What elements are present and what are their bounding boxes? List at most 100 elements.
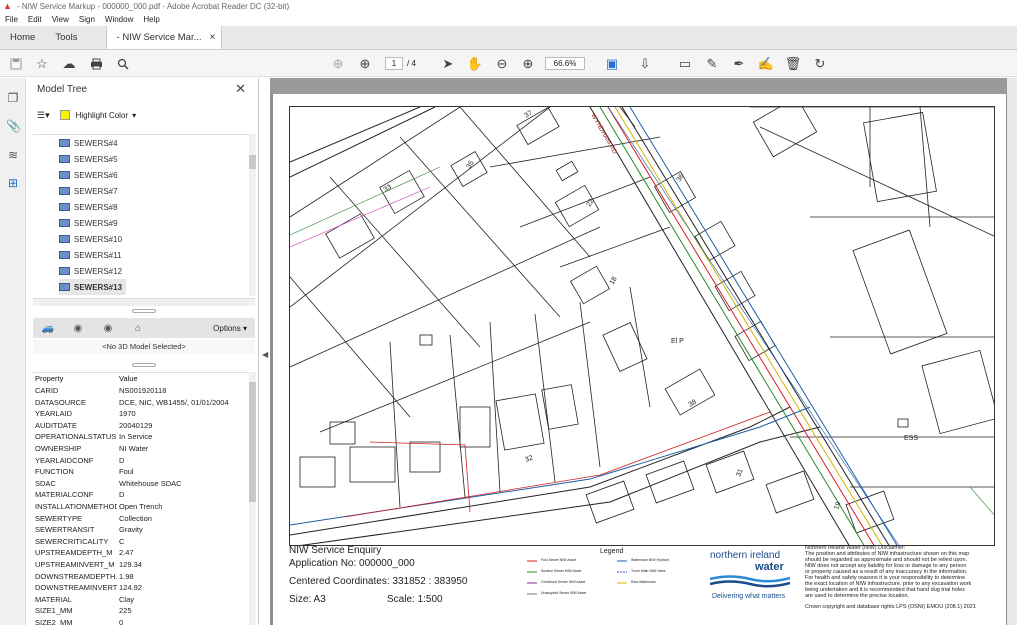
menu-edit[interactable]: Edit <box>28 15 42 24</box>
menu-help[interactable]: Help <box>143 15 159 24</box>
3d-vehicle-icon[interactable]: 🚙 <box>33 323 63 334</box>
map-drawing: WYNDHAM RD 37 33 35 36 22 18 38 32 31 19… <box>290 107 994 545</box>
tab-bar: Home Tools - NIW Service Mar... × <box>0 26 1017 50</box>
house-number: 35 <box>466 160 476 170</box>
legend-item: Raw Watermain <box>631 580 656 584</box>
tree-hscrollbar[interactable] <box>33 298 255 306</box>
table-row: DOWNSTREAMINVERT... 124.92 <box>35 583 142 593</box>
search-zoom-icon[interactable] <box>115 50 131 77</box>
highlight-color-row: ☰▾ Highlight Color ▾ <box>37 108 136 122</box>
panel-splitter-bottom[interactable] <box>33 363 255 369</box>
tree-item[interactable]: SEWERS#10 <box>59 231 122 247</box>
legend-item: Trunk Main NIW Valve <box>631 569 666 573</box>
home-view-icon[interactable]: ⌂ <box>123 323 153 334</box>
tab-close-icon[interactable]: × <box>210 32 216 43</box>
print-icon[interactable] <box>88 50 104 77</box>
house-number: 31 <box>735 468 744 478</box>
table-row: UPSTREAMDEPTH_M 2.47 <box>35 548 134 558</box>
pdf-page: WYNDHAM RD 37 33 35 36 22 18 38 32 31 19… <box>273 94 1006 625</box>
scroll-mode-icon[interactable]: ⇩ <box>637 50 653 77</box>
tree-item[interactable]: SEWERS#11 <box>59 247 121 263</box>
upload-cloud-icon[interactable]: ☁ <box>61 50 77 77</box>
comment-icon[interactable]: ▭ <box>677 50 693 77</box>
rotate-icon[interactable]: ↻ <box>812 50 828 77</box>
tab-document[interactable]: - NIW Service Mar... × <box>105 26 223 49</box>
menu-window[interactable]: Window <box>105 15 133 24</box>
table-row: UPSTREAMINVERT_M 129.34 <box>35 560 142 569</box>
tree-item[interactable]: SEWERS#4 <box>59 135 118 151</box>
disclaimer-line: are used to determine the precise locati… <box>805 593 909 599</box>
table-row: OWNERSHIP NI Water <box>35 444 149 453</box>
legend-item: Foul Sewer NIW Asset <box>541 558 577 562</box>
legend-title: Legend <box>600 548 624 555</box>
acrobat-logo-icon: ▲ <box>3 1 12 11</box>
page-thumbnails-icon[interactable]: ❐ <box>6 91 20 105</box>
highlight-color-dropdown[interactable]: Highlight Color <box>76 111 128 120</box>
tree-item[interactable]: SEWERS#6 <box>59 167 118 183</box>
page-number-input[interactable]: 1 <box>385 57 403 70</box>
tree-item-selected[interactable]: SEWERS#13 <box>59 279 127 295</box>
legend-item: Combined Sewer NIW Asset <box>541 580 586 584</box>
sewer-node-icon <box>59 267 70 275</box>
tree-scroll-thumb[interactable] <box>249 155 256 169</box>
layers-icon[interactable]: ≋ <box>6 148 20 162</box>
select-cursor-icon[interactable]: ➤ <box>440 50 456 77</box>
3d-view-prev-icon[interactable]: ◉ <box>63 323 93 334</box>
model-tree-icon[interactable]: ⊞ <box>6 176 20 190</box>
options-dropdown[interactable]: Options ▾ <box>213 324 247 333</box>
tree-list: SEWERS#4 SEWERS#5 SEWERS#6 SEWERS#7 SEWE… <box>33 134 255 298</box>
tree-item[interactable]: SEWERS#8 <box>59 199 118 215</box>
zoom-in-icon[interactable]: ⊕ <box>520 50 536 77</box>
tree-item[interactable]: SEWERS#5 <box>59 151 118 167</box>
sewer-node-icon <box>59 171 70 179</box>
list-view-icon[interactable]: ☰▾ <box>37 110 50 121</box>
tab-home[interactable]: Home <box>0 26 45 49</box>
fill-sign-icon[interactable]: ✍ <box>758 50 774 77</box>
highlight-pen-icon[interactable]: ✎ <box>704 50 720 77</box>
legend-item: Surface Sewer NIW Asset <box>541 569 582 573</box>
document-scrollbar[interactable] <box>1007 78 1017 625</box>
house-number: 36 <box>676 173 686 183</box>
table-row: OPERATIONALSTATUS In Service <box>35 432 153 442</box>
copyright-line: Crown copyright and database rights LPS … <box>805 604 976 610</box>
sign-icon[interactable]: ✒ <box>731 50 747 77</box>
next-page-icon[interactable]: ⊕ <box>357 50 373 77</box>
table-row: YEARLAIDCONF D <box>35 455 125 465</box>
collapse-panel-icon[interactable]: ◀ <box>262 350 268 359</box>
page-gap <box>270 78 1017 94</box>
house-number: 37 <box>524 110 534 120</box>
table-row: SEWERTYPE Collection <box>35 513 152 523</box>
house-number: 18 <box>609 276 619 286</box>
map-frame: WYNDHAM RD 37 33 35 36 22 18 38 32 31 19… <box>289 106 995 546</box>
hand-tool-icon[interactable]: ✋ <box>467 50 483 77</box>
bookmark-star-icon[interactable]: ☆ <box>34 50 50 77</box>
highlight-swatch[interactable] <box>59 110 70 120</box>
tab-document-label: - NIW Service Mar... <box>116 32 202 43</box>
prev-page-icon[interactable]: ⊕ <box>330 50 346 77</box>
fit-page-icon[interactable]: ▣ <box>603 50 621 77</box>
zoom-out-icon[interactable]: ⊖ <box>494 50 510 77</box>
model-tree-panel: Model Tree ✕ ☰▾ Highlight Color ▾ SEWERS… <box>27 78 259 625</box>
tab-tools[interactable]: Tools <box>45 26 87 49</box>
chevron-down-icon[interactable]: ▾ <box>132 111 136 120</box>
tree-item[interactable]: SEWERS#9 <box>59 215 118 231</box>
table-row: AUDITDATE 20040129 <box>35 420 153 430</box>
3d-view-next-icon[interactable]: ◉ <box>93 323 123 334</box>
panel-close-icon[interactable]: ✕ <box>235 81 246 97</box>
panel-splitter-top[interactable] <box>33 309 255 315</box>
brand-name: northern ireland <box>710 550 781 561</box>
tree-item[interactable]: SEWERS#7 <box>59 183 118 199</box>
ess-label: ESS <box>904 435 918 442</box>
save-icon[interactable] <box>8 50 24 77</box>
menu-file[interactable]: File <box>5 15 18 24</box>
panel-title: Model Tree <box>37 84 88 95</box>
3d-nav-toolbar: 🚙 ◉ ◉ ⌂ Options ▾ <box>33 318 255 338</box>
menu-sign[interactable]: Sign <box>79 15 95 24</box>
zoom-level-input[interactable]: 66.6% <box>545 57 585 70</box>
menu-view[interactable]: View <box>52 15 69 24</box>
attachments-paperclip-icon[interactable]: 📎 <box>6 119 21 133</box>
tree-item[interactable]: SEWERS#12 <box>59 263 122 279</box>
delete-icon[interactable]: 🗑 <box>785 50 802 77</box>
properties-scroll-thumb[interactable] <box>249 382 256 502</box>
house-number: 38 <box>688 399 698 409</box>
